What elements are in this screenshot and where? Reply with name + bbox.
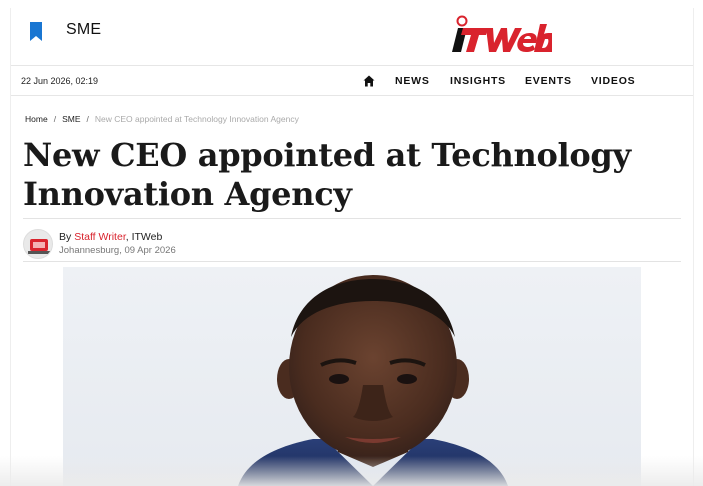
section-label[interactable]: SME <box>66 21 101 39</box>
bookmark-icon[interactable] <box>29 22 43 41</box>
author-link[interactable]: Staff Writer <box>74 231 126 243</box>
breadcrumb-section[interactable]: SME <box>62 114 80 124</box>
byline: By Staff Writer, ITWeb <box>59 231 162 243</box>
nav-bar: 22 Jun 2026, 02:19 NEWS INSIGHTS EVENTS … <box>11 67 693 96</box>
breadcrumb-home[interactable]: Home <box>25 114 48 124</box>
breadcrumb-separator: / <box>53 114 57 124</box>
publication-name: , ITWeb <box>125 231 163 243</box>
breadcrumb: Home / SME / New CEO appointed at Technology… <box>25 114 299 124</box>
page-frame: SME 22 Jun 2026, 02:19 NEWS INSIGHTS EVE… <box>10 8 694 486</box>
article-hero-image <box>63 267 641 486</box>
itweb-logo[interactable] <box>448 12 552 58</box>
home-icon[interactable] <box>363 75 375 87</box>
byline-prefix: By <box>59 231 72 243</box>
nav-item-videos[interactable]: VIDEOS <box>591 75 635 87</box>
current-datetime: 22 Jun 2026, 02:19 <box>21 76 99 86</box>
dateline: Johannesburg, 09 Apr 2026 <box>59 245 176 256</box>
divider <box>23 218 681 219</box>
headline-line-2: Innovation Agency <box>23 175 352 213</box>
bottom-fade <box>0 456 703 486</box>
nav-item-events[interactable]: EVENTS <box>525 75 572 87</box>
nav-item-news[interactable]: NEWS <box>395 75 430 87</box>
article-headline: New CEO appointed at Technology Innovati… <box>23 136 688 214</box>
breadcrumb-current: New CEO appointed at Technology Innovati… <box>94 114 299 124</box>
breadcrumb-separator: / <box>86 114 89 124</box>
divider <box>23 261 681 262</box>
top-bar: SME <box>11 8 693 66</box>
nav-item-insights[interactable]: INSIGHTS <box>450 75 506 87</box>
headline-line-1: New CEO appointed at Technology <box>23 136 631 174</box>
author-avatar <box>23 229 53 259</box>
